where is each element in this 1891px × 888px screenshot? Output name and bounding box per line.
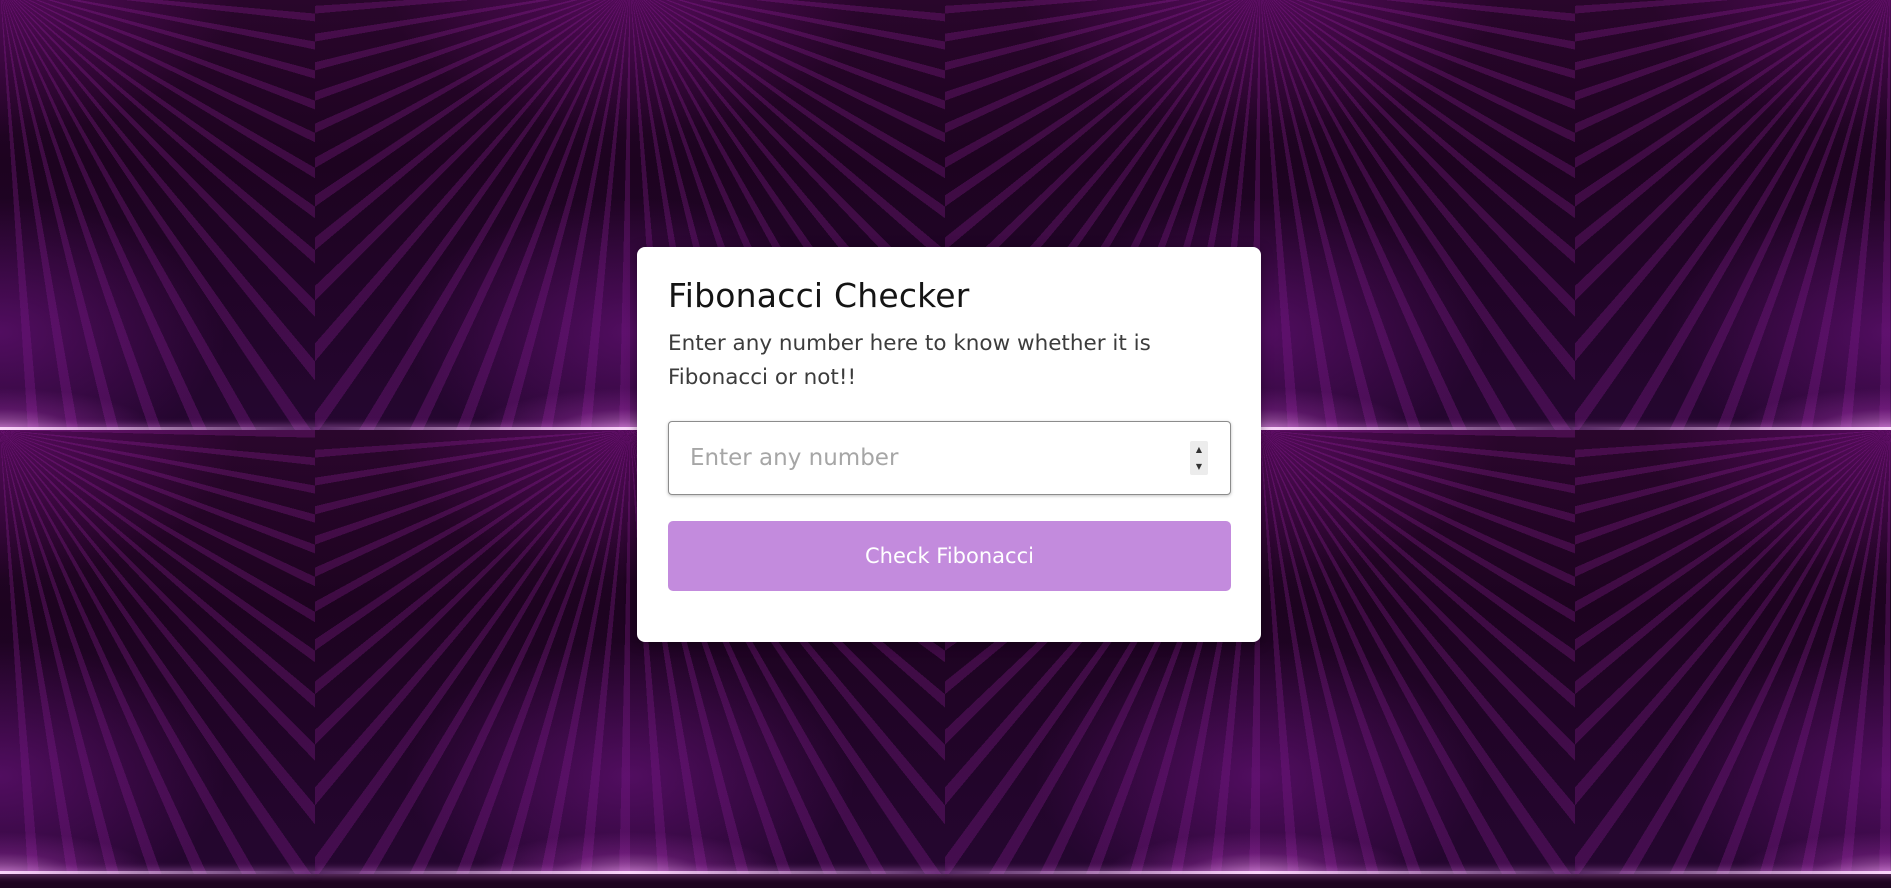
- number-input[interactable]: [669, 422, 1230, 494]
- check-fibonacci-button[interactable]: Check Fibonacci: [668, 521, 1231, 591]
- page-title: Fibonacci Checker: [668, 276, 970, 315]
- number-stepper[interactable]: ▲ ▼: [1190, 441, 1208, 475]
- background-tile: [1575, 0, 1891, 430]
- background-tile: [0, 430, 315, 874]
- description-text: Enter any number here to know whether it…: [668, 331, 1151, 390]
- chevron-up-icon[interactable]: ▲: [1190, 441, 1208, 458]
- fibonacci-card: Fibonacci Checker Enter any number here …: [637, 247, 1261, 642]
- number-input-wrapper: ▲ ▼: [668, 421, 1231, 495]
- background-tile: [0, 0, 315, 430]
- chevron-down-icon[interactable]: ▼: [1190, 458, 1208, 475]
- background-tile: [1575, 430, 1891, 874]
